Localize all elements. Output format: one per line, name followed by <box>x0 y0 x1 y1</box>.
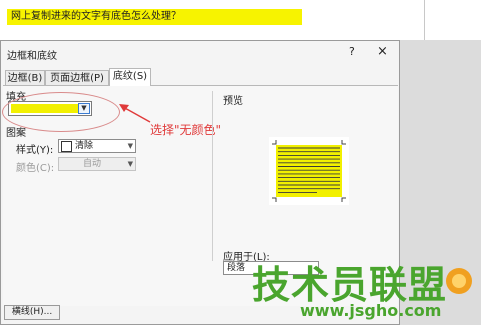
preview-label: 预览 <box>223 96 243 107</box>
style-label: 样式(Y): <box>16 145 54 156</box>
tab-borders[interactable]: 边框(B) <box>5 70 45 86</box>
panel-divider <box>212 91 213 261</box>
watermark-logo-icon <box>446 268 472 294</box>
horizontal-line-button[interactable]: 横线(H)... <box>4 305 60 320</box>
pattern-color-value: 自动 <box>83 159 102 169</box>
close-icon[interactable]: × <box>377 44 388 59</box>
chevron-down-icon: ▼ <box>127 160 133 168</box>
document-area: 网上复制进来的文字有底色怎么处理？ <box>0 0 481 40</box>
watermark-url: www.jsgho.com <box>300 301 442 320</box>
chevron-down-icon: ▼ <box>127 142 133 150</box>
clear-swatch-icon <box>61 141 72 152</box>
help-icon[interactable]: ? <box>349 45 355 58</box>
pattern-style-value: 清除 <box>75 141 94 151</box>
color-label: 颜色(C): <box>16 163 55 174</box>
highlighted-text: 网上复制进来的文字有底色怎么处理？ <box>7 9 302 25</box>
dialog-title: 边框和底纹 <box>7 51 57 62</box>
tab-shading[interactable]: 底纹(S) <box>109 68 151 86</box>
pattern-color-select[interactable]: 自动 ▼ <box>58 157 136 171</box>
document-divider <box>424 0 425 40</box>
pattern-label: 图案 <box>6 128 26 139</box>
red-arrow-icon <box>119 104 151 123</box>
tab-page-border[interactable]: 页面边框(P) <box>45 70 109 86</box>
pattern-style-select[interactable]: 清除 ▼ <box>58 139 136 153</box>
shading-preview <box>269 137 349 205</box>
annotation-text: 选择"无颜色" <box>150 123 222 137</box>
